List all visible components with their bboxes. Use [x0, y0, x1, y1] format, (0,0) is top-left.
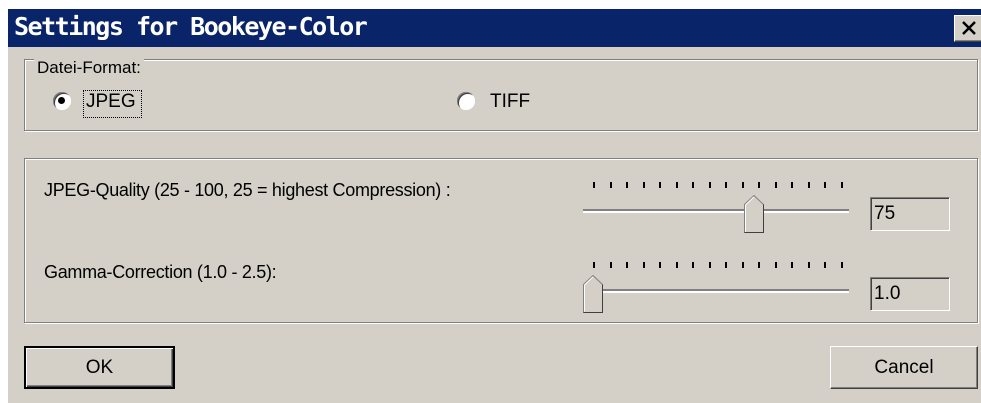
slider-tick — [692, 182, 694, 188]
slider-tick — [643, 262, 645, 268]
slider-tick — [610, 182, 612, 188]
slider-tick — [593, 262, 595, 268]
gamma-correction-label: Gamma-Correction (1.0 - 2.5): — [44, 262, 277, 282]
ok-button[interactable]: OK — [24, 346, 175, 389]
jpeg-radio-label[interactable]: JPEG — [86, 91, 136, 113]
slider-thumb-icon — [583, 274, 603, 313]
slider-tick — [626, 182, 628, 188]
slider-tick — [725, 262, 727, 268]
slider-tick — [659, 262, 661, 268]
gamma-correction-slider-thumb[interactable] — [583, 274, 603, 313]
tiff-radio-label[interactable]: TIFF — [490, 91, 530, 113]
slider-tick — [676, 262, 678, 268]
slider-tick — [659, 182, 661, 188]
jpeg-quality-track — [583, 209, 849, 213]
settings-dialog: Settings for Bookeye-Color Datei-Format:… — [8, 9, 981, 403]
title-bar[interactable]: Settings for Bookeye-Color — [8, 9, 981, 47]
slider-tick — [841, 262, 843, 268]
jpeg-quality-value: 75 — [874, 203, 896, 224]
jpeg-quality-ticks — [593, 182, 843, 188]
cancel-button[interactable]: Cancel — [830, 346, 978, 389]
slider-thumb-icon — [744, 194, 764, 233]
slider-tick — [824, 182, 826, 188]
tiff-radio[interactable] — [457, 92, 475, 110]
slider-tick — [742, 182, 744, 188]
slider-tick — [626, 262, 628, 268]
window-title: Settings for Bookeye-Color — [14, 12, 368, 41]
slider-tick — [725, 182, 727, 188]
slider-tick — [758, 182, 760, 188]
slider-tick — [808, 182, 810, 188]
slider-tick — [676, 182, 678, 188]
jpeg-quality-slider-thumb[interactable] — [744, 194, 764, 233]
slider-tick — [643, 182, 645, 188]
jpeg-radio-dot — [58, 97, 65, 104]
slider-tick — [775, 182, 777, 188]
slider-tick — [775, 262, 777, 268]
format-legend: Datei-Format: — [34, 58, 144, 78]
slider-tick — [692, 262, 694, 268]
slider-tick — [791, 182, 793, 188]
jpeg-quality-value-field[interactable]: 75 — [870, 197, 950, 231]
slider-tick — [610, 262, 612, 268]
slider-tick — [841, 182, 843, 188]
gamma-correction-value: 1.0 — [874, 283, 901, 304]
jpeg-quality-label: JPEG-Quality (25 - 100, 25 = highest Com… — [44, 180, 451, 200]
slider-tick — [791, 262, 793, 268]
gamma-correction-ticks — [593, 262, 843, 268]
slider-tick — [824, 262, 826, 268]
slider-tick — [758, 262, 760, 268]
close-button[interactable] — [954, 15, 981, 42]
jpeg-radio[interactable] — [53, 92, 71, 110]
gamma-correction-value-field[interactable]: 1.0 — [870, 277, 950, 311]
gamma-correction-track — [583, 289, 849, 293]
slider-tick — [742, 262, 744, 268]
slider-tick — [593, 182, 595, 188]
slider-tick — [709, 182, 711, 188]
close-icon — [962, 21, 976, 35]
slider-tick — [808, 262, 810, 268]
slider-tick — [709, 262, 711, 268]
